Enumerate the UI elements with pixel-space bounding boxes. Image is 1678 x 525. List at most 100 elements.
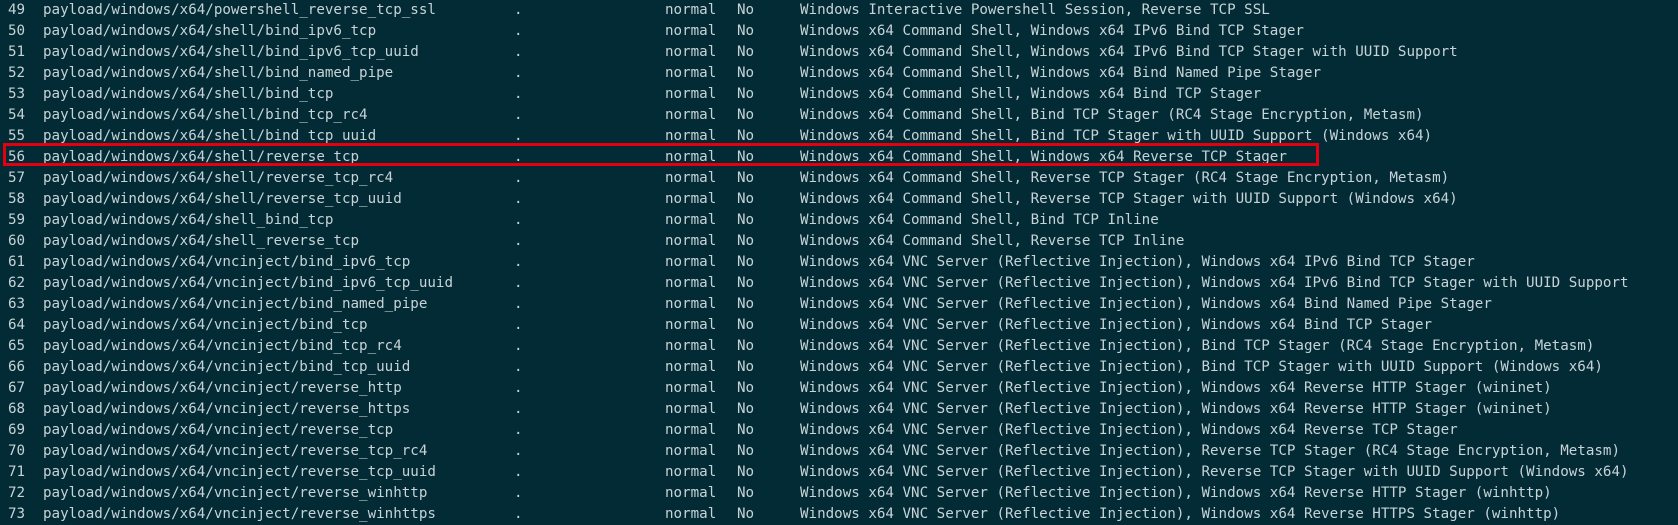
table-row: 51 payload/windows/x64/shell/bind_ipv6_tc… [0, 42, 1678, 63]
table-row: 68 payload/windows/x64/vncinject/reverse_… [0, 399, 1678, 420]
module-rank: normal [665, 44, 717, 60]
table-row: 54 payload/windows/x64/shell/bind_tcp_rc4… [0, 105, 1678, 126]
module-description: Windows x64 VNC Server (Reflective Injec… [800, 443, 1620, 459]
module-check: No [737, 296, 755, 312]
module-name: payload/windows/x64/vncinject/reverse_ht… [43, 401, 411, 417]
module-rank: normal [665, 464, 717, 480]
disclosure-date: . [514, 443, 523, 459]
module-name: payload/windows/x64/vncinject/bind_tcp_u… [43, 359, 411, 375]
module-rank: normal [665, 422, 717, 438]
table-row: 62 payload/windows/x64/vncinject/bind_ipv… [0, 273, 1678, 294]
module-description: Windows x64 VNC Server (Reflective Injec… [800, 254, 1475, 270]
module-description: Windows x64 Command Shell, Windows x64 B… [800, 86, 1262, 102]
row-number: 54 [8, 107, 26, 123]
disclosure-date: . [514, 506, 523, 522]
module-rank: normal [665, 65, 717, 81]
module-name: payload/windows/x64/vncinject/reverse_tc… [43, 464, 436, 480]
table-row: 73 payload/windows/x64/vncinject/reverse_… [0, 504, 1678, 525]
row-number: 53 [8, 86, 26, 102]
module-name: payload/windows/x64/vncinject/reverse_tc… [43, 422, 394, 438]
table-row: 59 payload/windows/x64/shell_bind_tcp. nor… [0, 210, 1678, 231]
table-row: 64 payload/windows/x64/vncinject/bind_tcp… [0, 315, 1678, 336]
row-number: 72 [8, 485, 26, 501]
module-name: payload/windows/x64/shell_bind_tcp [43, 212, 334, 228]
disclosure-date: . [514, 23, 523, 39]
module-check: No [737, 128, 755, 144]
module-rank: normal [665, 317, 717, 333]
module-check: No [737, 443, 755, 459]
module-name: payload/windows/x64/shell/reverse_tcp_uu… [43, 191, 402, 207]
module-check: No [737, 212, 755, 228]
module-description: Windows x64 Command Shell, Reverse TCP I… [800, 233, 1185, 249]
module-check: No [737, 317, 755, 333]
row-number: 62 [8, 275, 26, 291]
module-name: payload/windows/x64/shell/bind_tcp [43, 86, 334, 102]
module-rank: normal [665, 359, 717, 375]
module-name: payload/windows/x64/shell/bind_ipv6_tcp_… [43, 44, 419, 60]
row-number: 55 [8, 128, 26, 144]
module-check: No [737, 44, 755, 60]
module-description: Windows x64 Command Shell, Windows x64 B… [800, 65, 1322, 81]
disclosure-date: . [514, 338, 523, 354]
table-row-highlighted: 56 payload/windows/x64/shell/reverse_tcp.… [0, 147, 1678, 168]
module-name: payload/windows/x64/vncinject/bind_ipv6_… [43, 254, 411, 270]
module-check: No [737, 359, 755, 375]
row-number: 64 [8, 317, 26, 333]
disclosure-date: . [514, 380, 523, 396]
table-row: 58 payload/windows/x64/shell/reverse_tcp_… [0, 189, 1678, 210]
row-number: 68 [8, 401, 26, 417]
disclosure-date: . [514, 233, 523, 249]
module-rank: normal [665, 86, 717, 102]
row-number: 61 [8, 254, 26, 270]
module-rank: normal [665, 254, 717, 270]
module-rank: normal [665, 107, 717, 123]
table-row: 60 payload/windows/x64/shell_reverse_tcp.… [0, 231, 1678, 252]
module-check: No [737, 86, 755, 102]
module-name: payload/windows/x64/vncinject/reverse_ht… [43, 380, 402, 396]
module-check: No [737, 401, 755, 417]
module-rank: normal [665, 23, 717, 39]
disclosure-date: . [514, 191, 523, 207]
module-check: No [737, 338, 755, 354]
module-rank: normal [665, 149, 717, 165]
module-name: payload/windows/x64/vncinject/bind_tcp [43, 317, 368, 333]
module-check: No [737, 275, 755, 291]
module-description: Windows x64 VNC Server (Reflective Injec… [800, 506, 1561, 522]
table-row: 72 payload/windows/x64/vncinject/reverse_… [0, 483, 1678, 504]
module-name: payload/windows/x64/vncinject/bind_tcp_r… [43, 338, 402, 354]
module-rank: normal [665, 443, 717, 459]
module-description: Windows x64 VNC Server (Reflective Injec… [800, 317, 1433, 333]
module-name: payload/windows/x64/shell/bind_tcp_uuid [43, 128, 377, 144]
row-number: 73 [8, 506, 26, 522]
module-rank: normal [665, 191, 717, 207]
row-number: 71 [8, 464, 26, 480]
disclosure-date: . [514, 86, 523, 102]
disclosure-date: . [514, 275, 523, 291]
module-name: payload/windows/x64/shell/bind_ipv6_tcp [43, 23, 377, 39]
disclosure-date: . [514, 44, 523, 60]
row-number: 57 [8, 170, 26, 186]
row-number: 56 [8, 149, 26, 165]
disclosure-date: . [514, 296, 523, 312]
module-name: payload/windows/x64/vncinject/bind_named… [43, 296, 428, 312]
disclosure-date: . [514, 128, 523, 144]
table-row: 67 payload/windows/x64/vncinject/reverse_… [0, 378, 1678, 399]
row-number: 51 [8, 44, 26, 60]
row-number: 67 [8, 380, 26, 396]
disclosure-date: . [514, 2, 523, 18]
disclosure-date: . [514, 401, 523, 417]
module-description: Windows x64 VNC Server (Reflective Injec… [800, 338, 1595, 354]
module-check: No [737, 149, 755, 165]
module-check: No [737, 23, 755, 39]
module-description: Windows x64 VNC Server (Reflective Injec… [800, 422, 1458, 438]
module-name: payload/windows/x64/vncinject/reverse_tc… [43, 443, 428, 459]
module-description: Windows x64 Command Shell, Bind TCP Stag… [800, 128, 1433, 144]
module-description: Windows x64 Command Shell, Bind TCP Stag… [800, 107, 1424, 123]
module-rank: normal [665, 338, 717, 354]
module-check: No [737, 506, 755, 522]
terminal-output: 73 payload/windows/x64/vncinject/reverse_… [0, 0, 1678, 523]
table-row: 65 payload/windows/x64/vncinject/bind_tcp… [0, 336, 1678, 357]
module-description: Windows x64 Command Shell, Windows x64 R… [800, 149, 1287, 165]
disclosure-date: . [514, 212, 523, 228]
table-row: 50 payload/windows/x64/shell/bind_ipv6_tc… [0, 21, 1678, 42]
